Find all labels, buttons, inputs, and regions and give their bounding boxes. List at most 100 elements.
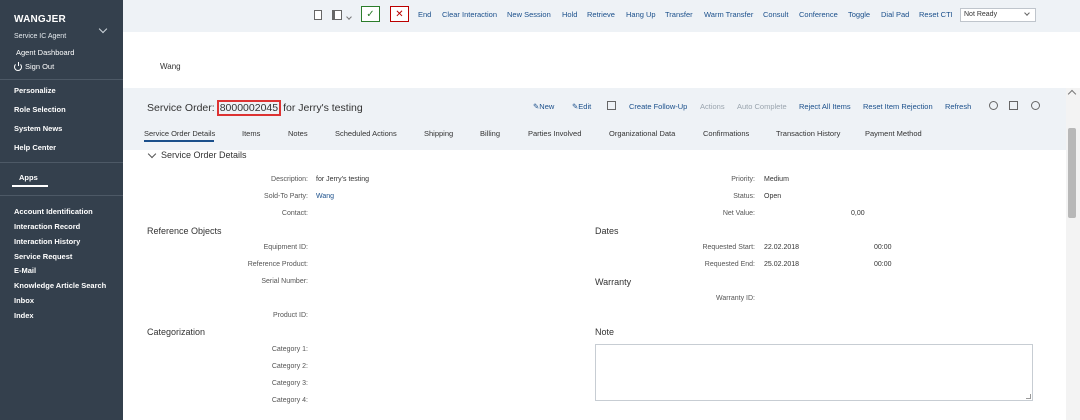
title-prefix: Service Order: xyxy=(147,102,215,114)
hang-up-button[interactable]: Hang Up xyxy=(626,10,656,19)
reject-call-button[interactable]: ✕ xyxy=(390,6,409,22)
chevron-down-icon[interactable] xyxy=(98,24,108,34)
warranty-id-label: Warranty ID: xyxy=(715,295,755,302)
chevron-up-icon[interactable] xyxy=(1067,89,1077,99)
document-icon[interactable] xyxy=(332,10,342,20)
section-title-categorization: Categorization xyxy=(147,327,206,337)
hold-button[interactable]: Hold xyxy=(562,10,577,19)
app-interaction-history[interactable]: Interaction History xyxy=(14,237,80,246)
end-button[interactable]: End xyxy=(418,10,431,19)
customer-name[interactable]: Wang xyxy=(160,62,181,71)
dial-pad-button[interactable]: Dial Pad xyxy=(881,10,909,19)
auto-complete-button[interactable]: Auto Complete xyxy=(737,102,787,111)
category-2-label: Category 2: xyxy=(271,363,308,370)
apps-tab-indicator xyxy=(12,185,48,187)
consult-button[interactable]: Consult xyxy=(763,10,788,19)
refresh-button[interactable]: Refresh xyxy=(945,102,971,111)
actions-button[interactable]: Actions xyxy=(700,102,725,111)
agent-status-select[interactable]: Not Ready xyxy=(960,8,1036,22)
serial-number-label: Serial Number: xyxy=(261,278,308,285)
edit-label: Edit xyxy=(578,102,592,111)
requested-end-label: Requested End: xyxy=(704,261,755,268)
reset-cti-button[interactable]: Reset CTI xyxy=(919,10,953,19)
tab-items[interactable]: Items xyxy=(242,129,260,138)
user-role: Service IC Agent xyxy=(14,33,67,40)
copy-icon[interactable] xyxy=(607,101,616,110)
category-1-label: Category 1: xyxy=(271,346,308,353)
tab-service-order-details[interactable]: Service Order Details xyxy=(144,129,215,138)
retrieve-button[interactable]: Retrieve xyxy=(587,10,615,19)
conference-button[interactable]: Conference xyxy=(799,10,838,19)
customer-banner: Wang xyxy=(123,32,1080,88)
service-order-details: Service Order Details Description: for J… xyxy=(123,149,1066,420)
help-icon[interactable] xyxy=(1031,101,1040,110)
active-tab-indicator xyxy=(144,140,214,142)
app-index[interactable]: Index xyxy=(14,311,34,320)
requested-end-date: 25.02.2018 xyxy=(764,261,800,268)
tab-organizational-data[interactable]: Organizational Data xyxy=(609,129,675,138)
priority-value: Medium xyxy=(764,176,789,183)
vertical-scrollbar[interactable] xyxy=(1066,88,1080,420)
edit-button[interactable]: ✎Edit xyxy=(572,102,591,111)
app-interaction-record[interactable]: Interaction Record xyxy=(14,222,80,231)
new-button[interactable]: ✎New xyxy=(533,102,554,111)
tab-scheduled-actions[interactable]: Scheduled Actions xyxy=(335,129,397,138)
app-service-request[interactable]: Service Request xyxy=(14,252,72,261)
menu-personalize[interactable]: Personalize xyxy=(14,86,56,95)
create-follow-up-button[interactable]: Create Follow-Up xyxy=(629,102,687,111)
scroll-thumb[interactable] xyxy=(1068,128,1076,218)
requested-start-date: 22.02.2018 xyxy=(764,244,800,251)
note-textarea[interactable] xyxy=(595,344,1033,401)
app-inbox[interactable]: Inbox xyxy=(14,296,34,305)
app-knowledge-article-search[interactable]: Knowledge Article Search xyxy=(14,281,106,290)
app-email[interactable]: E-Mail xyxy=(14,266,36,275)
tab-confirmations[interactable]: Confirmations xyxy=(703,129,749,138)
new-label: New xyxy=(539,102,555,111)
app-account-identification[interactable]: Account Identification xyxy=(14,207,93,216)
section-title-dates: Dates xyxy=(595,226,619,236)
agent-dashboard-link[interactable]: Agent Dashboard xyxy=(16,48,74,57)
equipment-id-label: Equipment ID: xyxy=(263,244,308,251)
reset-item-rejection-button[interactable]: Reset Item Rejection xyxy=(863,102,933,111)
page-title: Service Order: 8000002045 for Jerry's te… xyxy=(147,100,363,116)
sign-out-link[interactable]: Sign Out xyxy=(14,61,54,71)
sold-to-link[interactable]: Wang xyxy=(316,193,334,200)
order-id: 8000002045 xyxy=(216,100,282,116)
notes-icon[interactable] xyxy=(314,10,322,20)
warm-transfer-button[interactable]: Warm Transfer xyxy=(704,10,753,19)
sold-to-label: Sold-To Party: xyxy=(264,193,308,200)
tab-notes[interactable]: Notes xyxy=(288,129,308,138)
agent-status-value: Not Ready xyxy=(964,11,998,18)
tab-payment-method[interactable]: Payment Method xyxy=(865,129,922,138)
section-title-details: Service Order Details xyxy=(161,150,247,160)
menu-role-selection[interactable]: Role Selection xyxy=(14,105,66,114)
tab-parties-involved[interactable]: Parties Involved xyxy=(528,129,581,138)
menu-help-center[interactable]: Help Center xyxy=(14,143,56,152)
accept-call-button[interactable]: ✓ xyxy=(361,6,380,22)
chevron-down-icon[interactable] xyxy=(346,14,352,20)
transfer-button[interactable]: Transfer xyxy=(665,10,693,19)
status-label: Status: xyxy=(733,193,755,200)
resize-handle-icon[interactable] xyxy=(1026,394,1031,399)
object-header: Service Order: 8000002045 for Jerry's te… xyxy=(123,88,1066,150)
reference-product-label: Reference Product: xyxy=(247,261,308,268)
reject-all-items-button[interactable]: Reject All Items xyxy=(799,102,851,111)
apps-tab[interactable]: Apps xyxy=(19,173,38,182)
new-session-button[interactable]: New Session xyxy=(507,10,551,19)
toggle-button[interactable]: Toggle xyxy=(848,10,870,19)
tab-billing[interactable]: Billing xyxy=(480,129,500,138)
divider xyxy=(0,79,123,80)
tab-shipping[interactable]: Shipping xyxy=(424,129,453,138)
section-title-warranty: Warranty xyxy=(595,277,632,287)
gear-icon[interactable] xyxy=(989,101,998,110)
cti-toolbar: ✓ ✕ End Clear Interaction New Session Ho… xyxy=(123,0,1080,32)
tab-transaction-history[interactable]: Transaction History xyxy=(776,129,840,138)
chevron-down-icon[interactable] xyxy=(147,149,157,159)
personalize-icon[interactable] xyxy=(1009,101,1018,110)
menu-system-news[interactable]: System News xyxy=(14,124,62,133)
category-4-label: Category 4: xyxy=(271,397,308,404)
product-id-label: Product ID: xyxy=(272,312,308,319)
net-value: 0,00 xyxy=(851,210,865,217)
clear-interaction-button[interactable]: Clear Interaction xyxy=(442,10,497,19)
divider xyxy=(0,195,123,196)
